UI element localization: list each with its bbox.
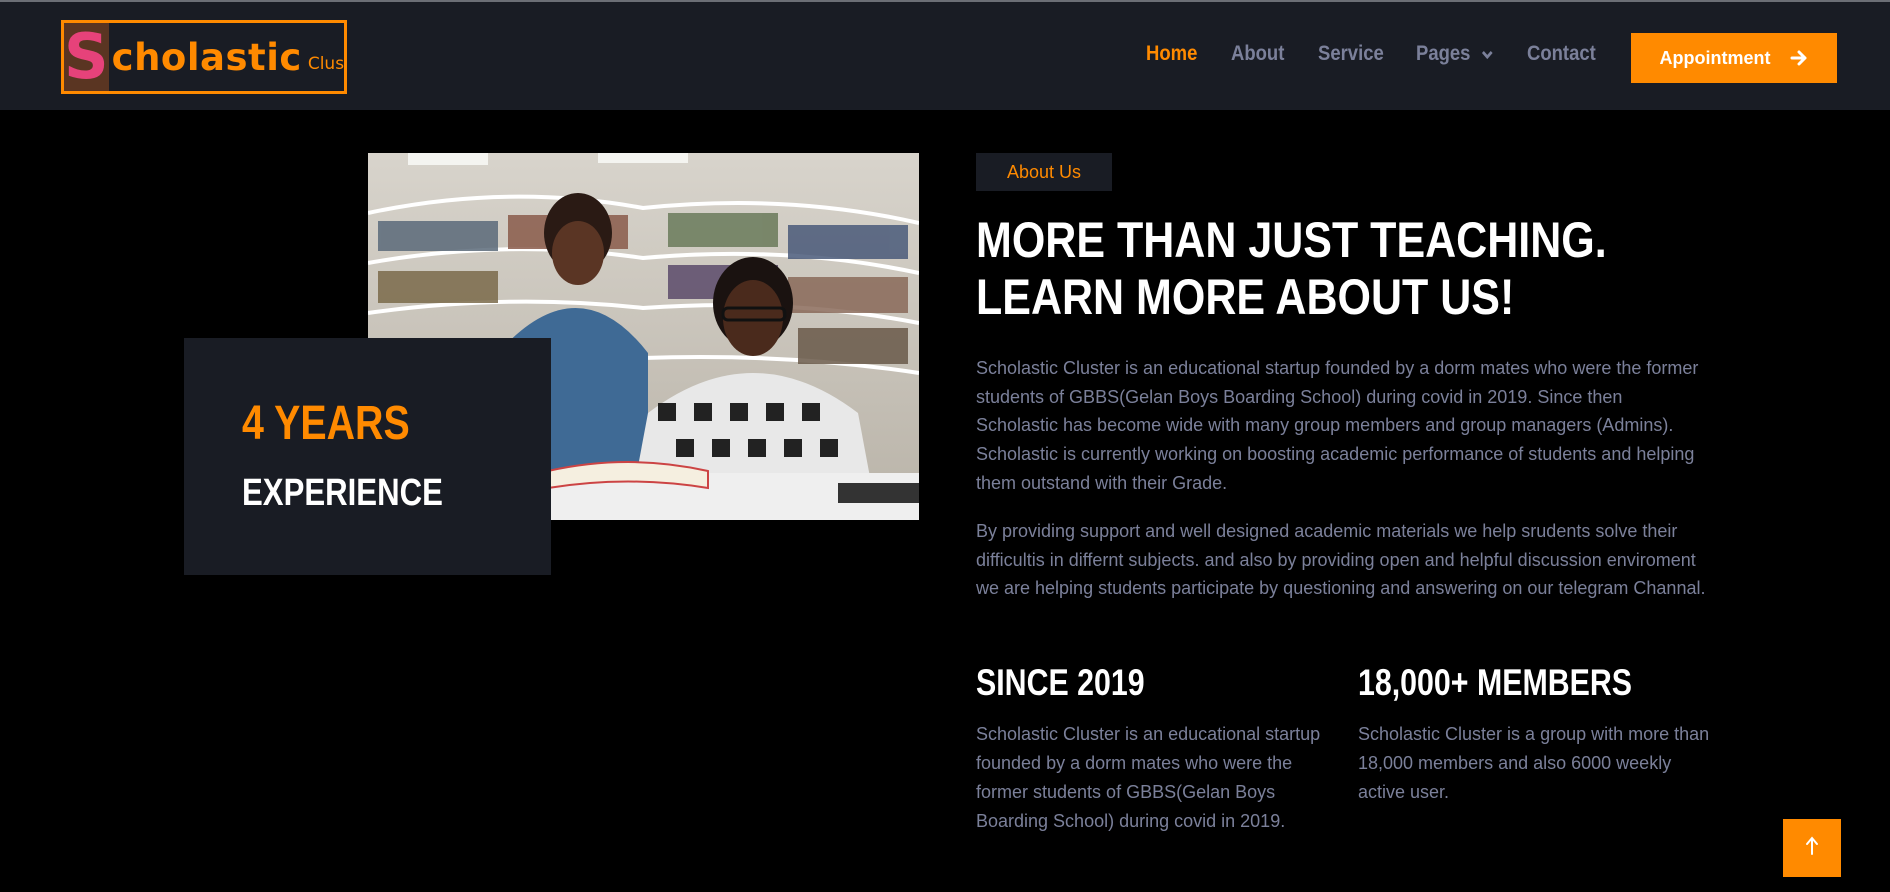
- nav-service[interactable]: Service: [1318, 42, 1384, 66]
- nav-contact[interactable]: Contact: [1527, 42, 1596, 66]
- stat-members-title: 18,000+ MEMBERS: [1358, 662, 1633, 703]
- stat-since-text: Scholastic Cluster is an educational sta…: [976, 724, 1321, 831]
- appointment-label: Appointment: [1659, 47, 1771, 68]
- experience-label: EXPERIENCE: [242, 472, 443, 514]
- experience-years: 4 YEARS: [242, 397, 410, 450]
- about-paragraph-1: Scholastic Cluster is an educational sta…: [976, 358, 1699, 493]
- scroll-to-top-button[interactable]: [1783, 819, 1841, 877]
- chevron-down-icon: [1481, 42, 1493, 66]
- appointment-button[interactable]: Appointment: [1631, 33, 1837, 83]
- navbar: S cholastic Cluster Home About Service P…: [0, 2, 1890, 110]
- experience-box: 4 YEARS EXPERIENCE: [184, 338, 551, 575]
- nav-pages[interactable]: Pages: [1416, 42, 1493, 66]
- nav-home[interactable]: Home: [1146, 42, 1197, 66]
- about-paragraph-2: By providing support and well designed a…: [976, 521, 1706, 599]
- nav-about[interactable]: About: [1231, 42, 1284, 66]
- main-nav: Home About Service Pages Contact: [0, 42, 1890, 72]
- stat-members-text: Scholastic Cluster is a group with more …: [1358, 724, 1710, 802]
- about-badge: About Us: [976, 153, 1112, 191]
- stat-since-title: SINCE 2019: [976, 662, 1145, 703]
- arrow-up-icon: [1805, 835, 1819, 861]
- about-headline: MORE THAN JUST TEACHING. LEARN MORE ABOU…: [976, 212, 1607, 325]
- nav-pages-label: Pages: [1416, 42, 1471, 65]
- arrow-right-icon: [1790, 50, 1808, 66]
